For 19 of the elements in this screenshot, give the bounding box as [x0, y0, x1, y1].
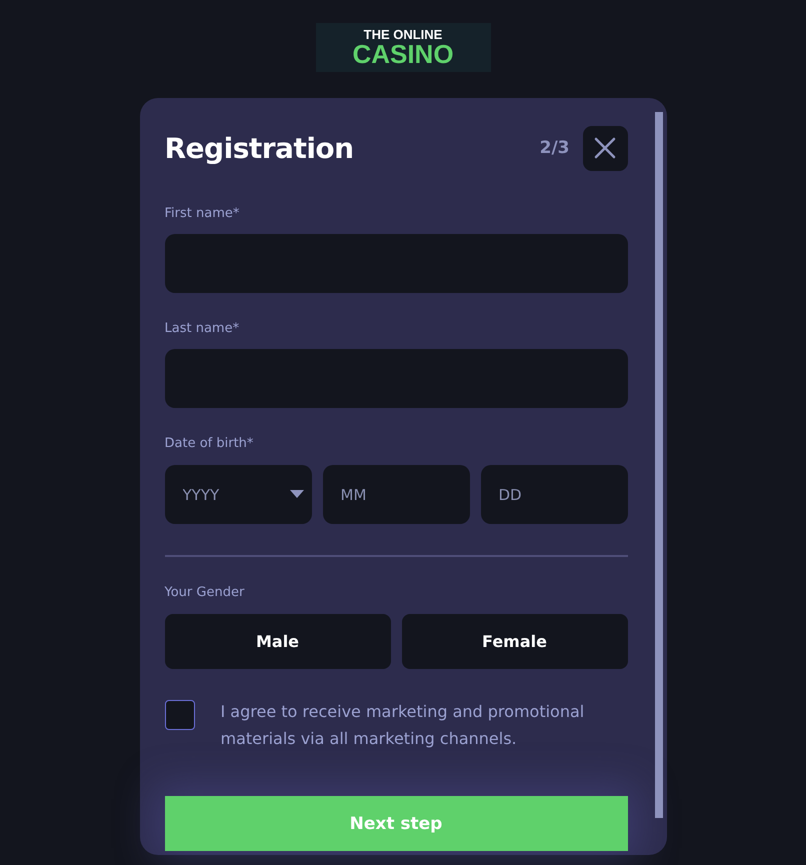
date-field[interactable]: MM	[322, 465, 470, 524]
gender-button[interactable]: Female	[402, 614, 628, 669]
year-dropdown[interactable]: YYYY	[164, 465, 312, 524]
checkbox[interactable]	[164, 700, 194, 730]
caret-icon	[290, 490, 304, 498]
field-label: Your Gender	[164, 585, 246, 602]
close-icon	[594, 137, 616, 159]
text-field[interactable]	[164, 349, 628, 408]
logo: THE ONLINE CASINO	[316, 23, 490, 72]
text-field[interactable]	[164, 234, 628, 293]
field-label: Date of birth*	[164, 436, 254, 453]
field-label: First name*	[164, 206, 240, 223]
gender-button[interactable]: Male	[164, 614, 390, 669]
date-field[interactable]: DD	[480, 465, 628, 524]
step-counter: 2/3	[540, 138, 570, 158]
field-label: Last name*	[164, 321, 240, 338]
consent-text: I agree to receive marketing and promotional materials via all marketing channels.	[220, 701, 586, 750]
dialog-title: Registration	[164, 132, 355, 164]
close-button[interactable]	[582, 126, 628, 170]
